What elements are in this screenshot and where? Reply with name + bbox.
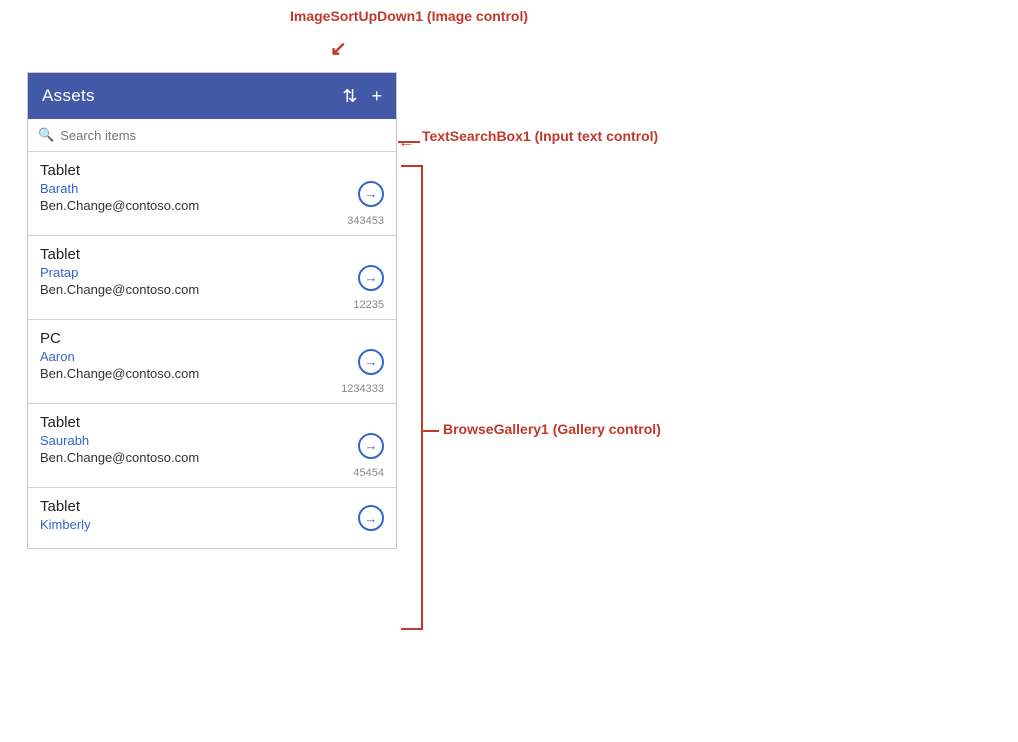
item-type: Tablet [40, 498, 384, 515]
item-name: Kimberly [40, 517, 384, 532]
list-item: Tablet Kimberly → [28, 488, 396, 548]
item-name: Pratap [40, 265, 384, 280]
assets-panel: Assets ⇅ + 🔍 Tablet Barath Ben.Change@co… [27, 72, 397, 549]
item-navigate-button[interactable]: → [358, 505, 384, 531]
gallery-bracket [401, 165, 423, 630]
list-item: Tablet Pratap Ben.Change@contoso.com 122… [28, 236, 396, 320]
gallery-arrow-line [421, 430, 439, 432]
item-type: Tablet [40, 246, 384, 263]
item-number: 12235 [40, 299, 384, 311]
item-name: Barath [40, 181, 384, 196]
item-number: 45454 [40, 467, 384, 479]
search-arrow-head: ← [398, 134, 414, 152]
gallery-annotation: BrowseGallery1 (Gallery control) [443, 421, 661, 437]
item-email: Ben.Change@contoso.com [40, 282, 384, 297]
search-annotation: TextSearchBox1 (Input text control) [422, 128, 658, 144]
item-name: Saurabh [40, 433, 384, 448]
item-number: 1234333 [40, 383, 384, 395]
item-navigate-button[interactable]: → [358, 265, 384, 291]
search-magnifier-icon: 🔍 [38, 127, 54, 143]
panel-header: Assets ⇅ + [28, 73, 396, 119]
item-type: Tablet [40, 162, 384, 179]
gallery: Tablet Barath Ben.Change@contoso.com 343… [28, 152, 396, 548]
item-navigate-button[interactable]: → [358, 433, 384, 459]
item-type: Tablet [40, 414, 384, 431]
list-item: PC Aaron Ben.Change@contoso.com 1234333 … [28, 320, 396, 404]
list-item: Tablet Barath Ben.Change@contoso.com 343… [28, 152, 396, 236]
item-email: Ben.Change@contoso.com [40, 366, 384, 381]
sort-annotation-text: ImageSortUpDown1 (Image control) [290, 8, 528, 24]
item-navigate-button[interactable]: → [358, 181, 384, 207]
item-name: Aaron [40, 349, 384, 364]
sort-arrow-indicator: ↙ [330, 36, 347, 61]
gallery-annotation-text: BrowseGallery1 (Gallery control) [443, 421, 661, 437]
header-icons: ⇅ + [342, 86, 382, 107]
item-navigate-button[interactable]: → [358, 349, 384, 375]
item-type: PC [40, 330, 384, 347]
panel-title: Assets [42, 86, 95, 106]
sort-icon[interactable]: ⇅ [342, 86, 357, 107]
item-email: Ben.Change@contoso.com [40, 198, 384, 213]
search-annotation-text: TextSearchBox1 (Input text control) [422, 128, 658, 144]
list-item: Tablet Saurabh Ben.Change@contoso.com 45… [28, 404, 396, 488]
add-icon[interactable]: + [371, 86, 382, 107]
search-bar: 🔍 [28, 119, 396, 152]
item-email: Ben.Change@contoso.com [40, 450, 384, 465]
sort-annotation: ImageSortUpDown1 (Image control) [290, 8, 528, 24]
search-input[interactable] [60, 128, 386, 143]
item-number: 343453 [40, 215, 384, 227]
